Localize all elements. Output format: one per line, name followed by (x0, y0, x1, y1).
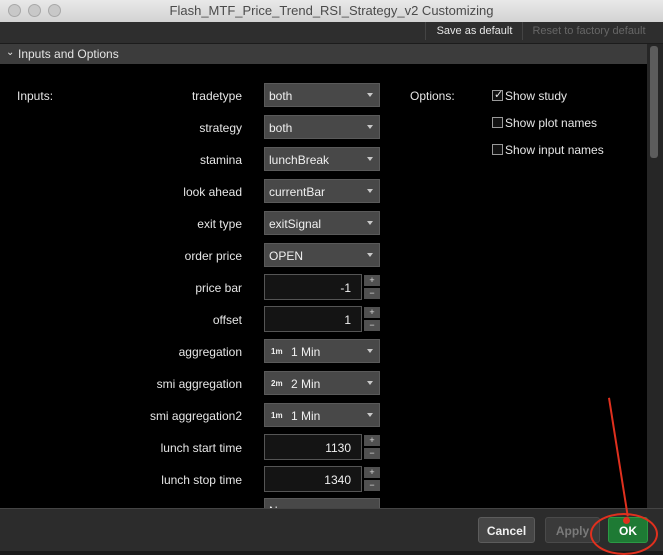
scrollbar-thumb[interactable] (650, 46, 658, 158)
input-label: strategy (199, 121, 242, 135)
price-bar-stepper[interactable]: -1 + − (264, 274, 382, 300)
decrement-button[interactable]: − (364, 448, 380, 459)
chevron-down-icon (367, 381, 373, 385)
smi-aggregation2-dropdown[interactable]: 1m 1 Min (264, 403, 380, 427)
reset-to-factory-default-button[interactable]: Reset to factory default (522, 22, 655, 40)
input-label: smi aggregation2 (149, 409, 242, 423)
chevron-down-icon: ⌄ (6, 47, 15, 58)
lunch-start-time-field[interactable]: 1130 (264, 434, 362, 460)
options-heading: Options: (410, 89, 455, 103)
toolbar: Save as default Reset to factory default (0, 22, 663, 44)
input-label: price bar (195, 281, 242, 295)
checkmark-icon: ✓ (494, 89, 504, 101)
tradetype-dropdown[interactable]: both (264, 83, 380, 107)
chevron-down-icon (367, 125, 373, 129)
vertical-scrollbar[interactable] (647, 44, 663, 508)
input-label: offset (212, 313, 242, 327)
chevron-down-icon (367, 413, 373, 417)
save-as-default-button[interactable]: Save as default (425, 22, 523, 40)
input-label: lunch start time (160, 441, 242, 455)
input-label: smi aggregation (156, 377, 242, 391)
offset-field[interactable]: 1 (264, 306, 362, 332)
input-label: order price (184, 249, 242, 263)
stamina-dropdown[interactable]: lunchBreak (264, 147, 380, 171)
aggregation-badge: 1m (271, 411, 283, 420)
increment-button[interactable]: + (364, 435, 380, 446)
input-label: look ahead (183, 185, 242, 199)
increment-button[interactable]: + (364, 275, 380, 286)
aggregation-dropdown[interactable]: 1m 1 Min (264, 339, 380, 363)
smi-aggregation-dropdown[interactable]: 2m 2 Min (264, 371, 380, 395)
lunch-stop-time-stepper[interactable]: 1340 + − (264, 466, 382, 492)
input-label: exit type (197, 217, 242, 231)
order-price-dropdown[interactable]: OPEN (264, 243, 380, 267)
input-label: tradetype (191, 89, 242, 103)
chevron-down-icon (367, 349, 373, 353)
strategy-dropdown[interactable]: both (264, 115, 380, 139)
increment-button[interactable]: + (364, 467, 380, 478)
offset-stepper[interactable]: 1 + − (264, 306, 382, 332)
input-label: lunch stop time (161, 473, 242, 487)
section-title: Inputs and Options (18, 47, 119, 61)
chevron-down-icon (367, 253, 373, 257)
decrement-button[interactable]: − (364, 288, 380, 299)
dialog-footer: Cancel Apply OK (0, 508, 663, 551)
input-label: aggregation (178, 345, 242, 359)
inputs-heading: Inputs: (17, 89, 54, 103)
lunch-start-time-stepper[interactable]: 1130 + − (264, 434, 382, 460)
exit-type-dropdown[interactable]: exitSignal (264, 211, 380, 235)
input-label: stamina (199, 153, 242, 167)
window-title: Flash_MTF_Price_Trend_RSI_Strategy_v2 Cu… (169, 3, 494, 18)
lunch-stop-time-field[interactable]: 1340 (264, 466, 362, 492)
cancel-button[interactable]: Cancel (478, 517, 535, 543)
aggregation-badge: 1m (271, 347, 283, 356)
chevron-down-icon (367, 189, 373, 193)
chevron-down-icon (367, 157, 373, 161)
look-ahead-dropdown[interactable]: currentBar (264, 179, 380, 203)
inputs-and-options-header[interactable]: ⌄ Inputs and Options (0, 44, 647, 64)
increment-button[interactable]: + (364, 307, 380, 318)
chevron-down-icon (367, 221, 373, 225)
partial-dropdown[interactable]: N (264, 498, 380, 508)
checkbox-box[interactable] (492, 144, 503, 155)
decrement-button[interactable]: − (364, 480, 380, 491)
checkbox-box[interactable] (492, 117, 503, 128)
decrement-button[interactable]: − (364, 320, 380, 331)
aggregation-badge: 2m (271, 379, 283, 388)
chevron-down-icon (367, 93, 373, 97)
price-bar-field[interactable]: -1 (264, 274, 362, 300)
annotation-dot (623, 517, 630, 524)
checkbox-box[interactable]: ✓ (492, 89, 504, 101)
inputs-panel: Inputs: Options: tradetype both strategy… (0, 64, 647, 508)
title-bar: Flash_MTF_Price_Trend_RSI_Strategy_v2 Cu… (0, 0, 663, 23)
